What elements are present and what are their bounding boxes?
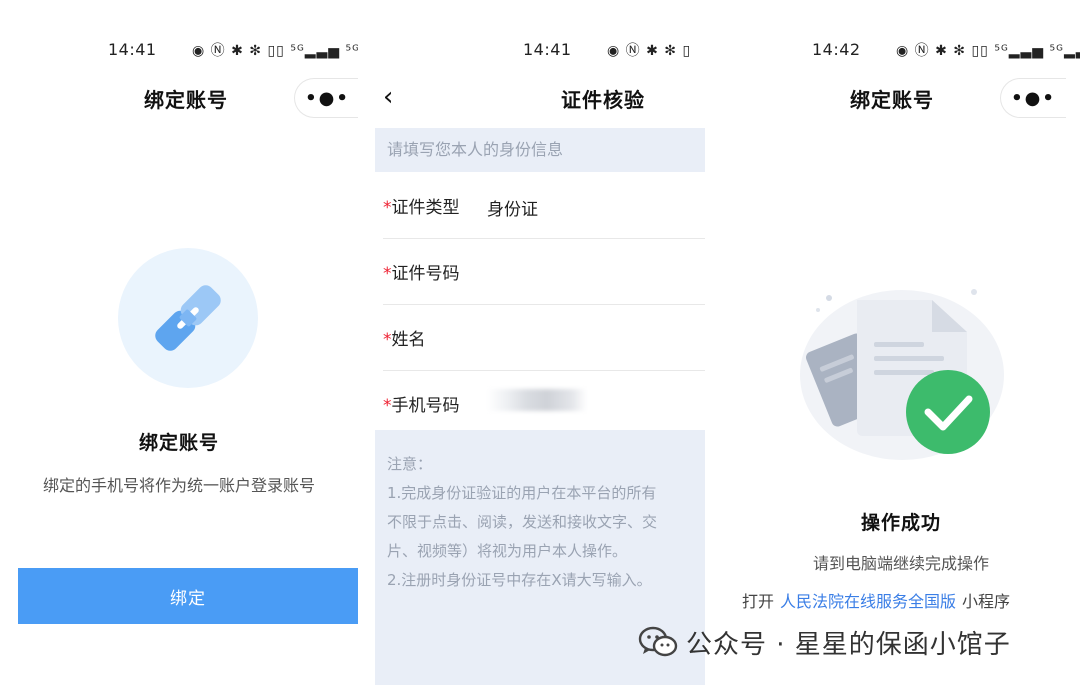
- bind-description: 绑定的手机号将作为统一账户登录账号: [42, 476, 315, 495]
- page-title: 绑定账号: [144, 88, 228, 112]
- required-mark: *: [383, 396, 392, 416]
- field-label: 手机号码: [391, 396, 460, 416]
- required-mark: *: [383, 264, 392, 284]
- success-title: 操作成功: [860, 512, 941, 534]
- success-screen: 14:42 ◉ Ⓝ ✱ ✻ ▯▯ ⁵ᴳ▂▃▅ ⁵ᴳ▂▃▅ ▯ 绑定账号 •●• …: [722, 0, 1080, 685]
- page-title: 证件核验: [561, 88, 645, 112]
- bind-account-screen: 14:41 ◉ Ⓝ ✱ ✻ ▯▯ ⁵ᴳ▂▃▅ ⁵ᴳ▂▃▅ ▯ 绑定账号 •●• …: [0, 0, 358, 685]
- id-type-field[interactable]: *证件类型 身份证: [383, 173, 705, 239]
- id-number-field[interactable]: *证件号码: [383, 239, 705, 305]
- success-description: 请到电脑端继续完成操作: [812, 554, 989, 573]
- status-bar-icons: ◉ Ⓝ ✱ ✻ ▯: [607, 43, 692, 59]
- status-bar-icons: ◉ Ⓝ ✱ ✻ ▯▯ ⁵ᴳ▂▃▅ ⁵ᴳ▂▃▅ ▯: [192, 43, 358, 59]
- watermark: 公众号 · 星星的保函小馆子: [638, 622, 1011, 662]
- mini-program-link[interactable]: 人民法院在线服务全国版: [780, 592, 956, 611]
- form-hint: 请填写您本人的身份信息: [375, 128, 705, 172]
- notice-line: 片、视频等）将视为用户本人操作。: [387, 542, 628, 560]
- success-document-icon: [800, 289, 1004, 460]
- required-mark: *: [383, 330, 392, 350]
- field-label: 姓名: [391, 330, 426, 350]
- required-mark: *: [383, 198, 392, 218]
- field-label: 证件类型: [391, 198, 460, 218]
- status-bar-icons: ◉ Ⓝ ✱ ✻ ▯▯ ⁵ᴳ▂▃▅ ⁵ᴳ▂▃▅ ▯: [896, 43, 1080, 59]
- notice-line: 不限于点击、阅读，发送和接收文字、交: [387, 513, 658, 531]
- name-field[interactable]: *姓名: [383, 305, 705, 371]
- notice-line: 2.注册时身份证号中存在X请大写输入。: [387, 571, 652, 589]
- open-prefix: 打开: [742, 592, 775, 611]
- status-bar-time: 14:41: [108, 40, 157, 59]
- watermark-text: 公众号 · 星星的保函小馆子: [686, 629, 1011, 660]
- chain-link-icon: [155, 285, 221, 351]
- status-bar-time: 14:41: [523, 40, 572, 59]
- page-title: 绑定账号: [850, 88, 934, 112]
- wechat-icon: [638, 626, 678, 657]
- bind-heading: 绑定账号: [138, 432, 219, 454]
- open-mini-program-hint: 打开 人民法院在线服务全国版 小程序: [742, 588, 1010, 612]
- id-verification-screen: 14:41 ◉ Ⓝ ✱ ✻ ▯ ‹ 证件核验 请填写您本人的身份信息 *证件类型…: [375, 0, 705, 685]
- more-dots-icon: •●•: [1011, 87, 1056, 109]
- link-icon-badge: [118, 248, 258, 388]
- id-type-value: 身份证: [487, 200, 538, 220]
- more-menu-button[interactable]: •●•: [294, 78, 358, 118]
- notice-line: 注意：: [387, 455, 433, 473]
- field-label: 证件号码: [391, 264, 460, 284]
- more-dots-icon: •●•: [305, 87, 350, 109]
- phone-number-field[interactable]: *手机号码: [383, 371, 705, 437]
- back-arrow-icon[interactable]: ‹: [383, 82, 393, 112]
- notice-line: 1.完成身份证验证的用户在本平台的所有: [387, 484, 657, 502]
- status-bar-time: 14:42: [812, 40, 861, 59]
- bind-button[interactable]: 绑定: [18, 568, 358, 624]
- redacted-phone-number: [487, 389, 587, 411]
- open-suffix: 小程序: [962, 592, 1011, 611]
- more-menu-button[interactable]: •●•: [1000, 78, 1066, 118]
